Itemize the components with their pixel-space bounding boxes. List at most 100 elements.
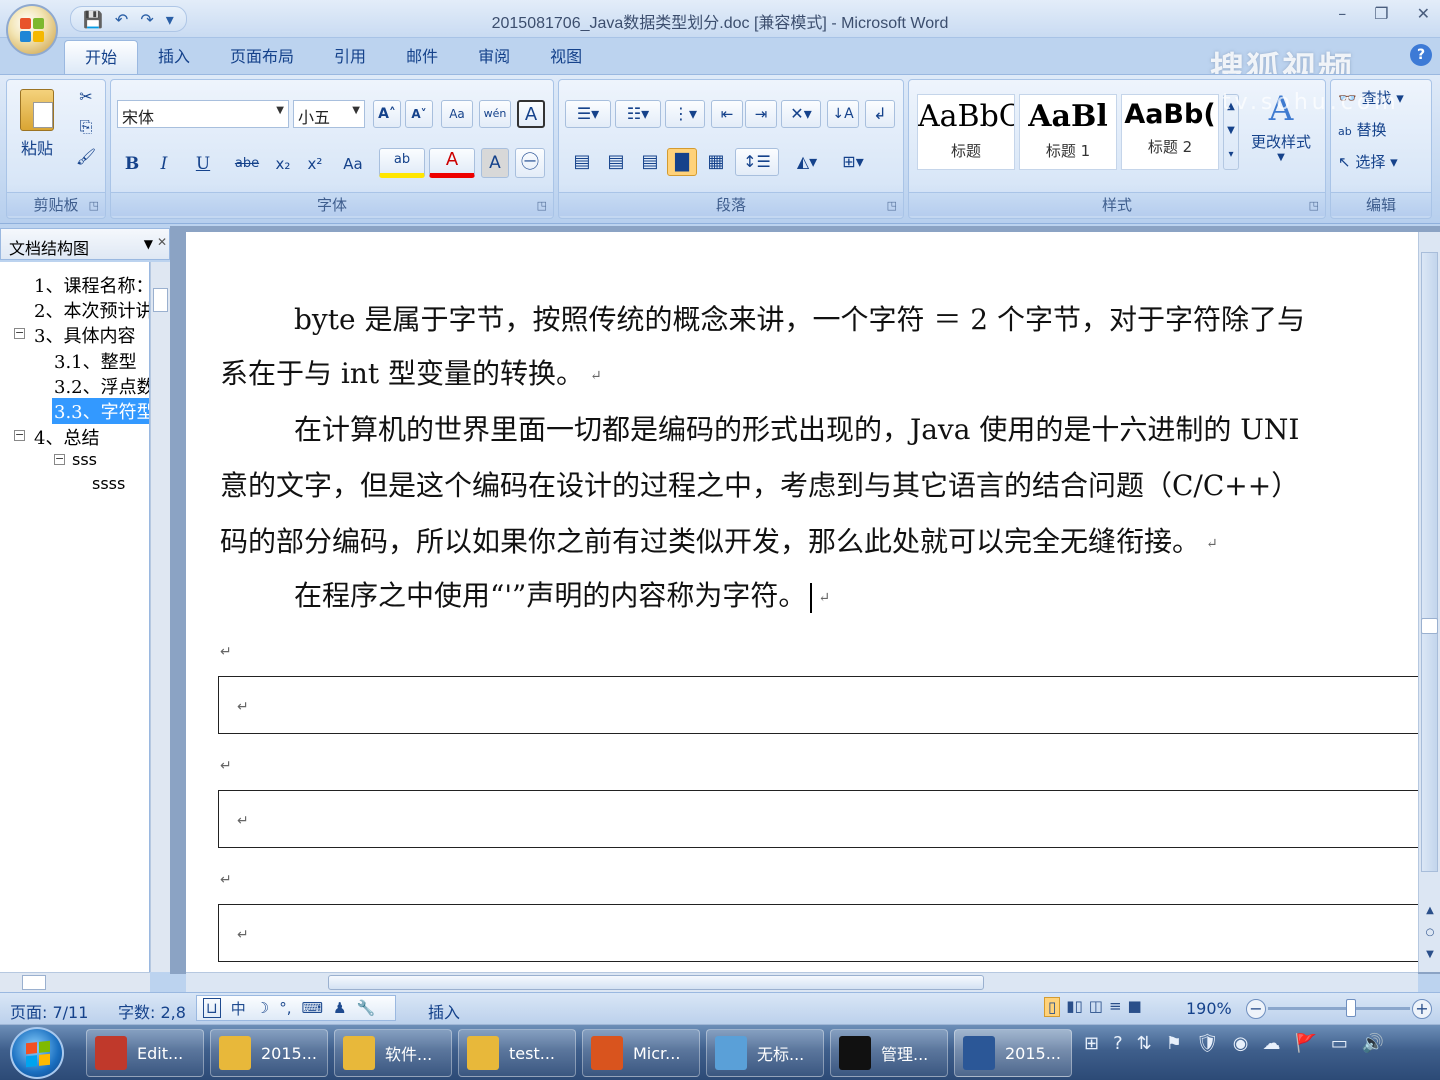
taskbar-item-powerpoint[interactable]: Micr... (582, 1029, 700, 1077)
doc-paragraph[interactable]: 在计算机的世界里面一切都是编码的形式出现的，Java 使用的是十六进制的 UNI (294, 408, 1299, 448)
taskbar-item-folder[interactable]: 2015... (210, 1029, 328, 1077)
style-heading-2[interactable]: AaBb( 标题 2 (1121, 94, 1219, 170)
web-layout-icon[interactable]: ◫ (1089, 997, 1103, 1017)
distributed-icon[interactable]: ▦ (701, 148, 731, 176)
doc-map-item[interactable]: ssss (92, 474, 125, 493)
doc-paragraph[interactable]: byte 是属于字节，按照传统的概念来讲，一个字符 ＝ 2 个字节，对于字符除了… (294, 298, 1305, 338)
doc-paragraph[interactable]: 在程序之中使用“'”声明的内容称为字符。 ↵ (294, 574, 830, 614)
punctuation-icon[interactable]: °, (279, 999, 291, 1017)
phonetic-guide-button[interactable]: wén (479, 100, 511, 128)
doc-map-item[interactable]: 3.1、整型 (54, 348, 137, 374)
doc-paragraph[interactable]: 系在于与 int 型变量的转换。 ↵ (220, 352, 602, 392)
doc-map-header[interactable]: 文档结构图 ▼ ✕ (0, 228, 170, 260)
superscript-button[interactable]: x² (301, 150, 329, 176)
tray-cloud-icon[interactable]: ☁ (1262, 1033, 1280, 1054)
minimize-button[interactable]: – (1338, 4, 1346, 23)
line-spacing-icon[interactable]: ↕☰ (735, 148, 779, 176)
tray-network-icon[interactable]: ⇅ (1137, 1033, 1152, 1054)
doc-paragraph[interactable]: 意的文字，但是这个编码在设计的过程之中，考虑到与其它语言的结合问题（C/C++） (220, 464, 1299, 504)
keyboard-icon[interactable]: ⌨ (301, 999, 323, 1017)
doc-map-h-scroll-thumb[interactable] (22, 975, 46, 990)
page-count[interactable]: 页面: 7/11 (10, 999, 88, 1023)
enclose-characters-button[interactable]: ㊀ (515, 148, 545, 178)
tab-mailings[interactable]: 邮件 (386, 40, 458, 74)
styles-launcher-icon[interactable]: ◳ (1309, 199, 1319, 212)
strikethrough-button[interactable]: abe (229, 150, 265, 176)
select-button[interactable]: ↖ 选择 ▾ (1337, 150, 1427, 174)
doc-map-item[interactable]: 4、总结 (34, 424, 99, 450)
character-shading-button[interactable]: A (481, 148, 509, 178)
insert-mode[interactable]: 插入 (428, 999, 460, 1023)
tab-insert[interactable]: 插入 (138, 40, 210, 74)
doc-map-item[interactable]: sss (72, 450, 97, 469)
document-horizontal-scrollbar[interactable] (186, 972, 1418, 992)
change-case-button[interactable]: Aa (335, 150, 371, 176)
font-name-combo[interactable]: 宋体 ▼ (117, 100, 289, 128)
ime-chinese-icon[interactable]: 中 (231, 998, 246, 1019)
paragraph-launcher-icon[interactable]: ◳ (887, 199, 897, 212)
full-screen-reading-icon[interactable]: ▮▯ (1066, 997, 1083, 1017)
clipboard-launcher-icon[interactable]: ◳ (89, 199, 99, 212)
cut-icon[interactable]: ✂ (73, 86, 99, 110)
numbering-icon[interactable]: ☷▾ (615, 100, 661, 128)
tray-volume-icon[interactable]: 🔊 (1362, 1033, 1384, 1054)
font-size-combo[interactable]: 小五 ▼ (293, 100, 365, 128)
doc-map-item[interactable]: 2、本次预计讲 (34, 297, 149, 323)
zoom-in-button[interactable]: + (1412, 999, 1432, 1019)
borders-icon[interactable]: ⊞▾ (833, 148, 873, 176)
doc-map-scrollbar[interactable] (150, 262, 170, 972)
doc-map-item[interactable]: 3、具体内容 (34, 322, 135, 348)
multilevel-list-icon[interactable]: ⋮▾ (665, 100, 705, 128)
tab-home[interactable]: 开始 (64, 40, 139, 74)
underline-button[interactable]: U (183, 150, 223, 176)
tab-view[interactable]: 视图 (530, 40, 602, 74)
font-color-button[interactable]: A (429, 148, 475, 178)
italic-button[interactable]: I (151, 150, 177, 176)
document-vertical-scrollbar[interactable]: ▲ ○ ▼ (1418, 232, 1440, 972)
doc-map-h-scrollbar[interactable] (0, 972, 150, 992)
text-box[interactable]: ↵ (218, 904, 1418, 962)
doc-map-item-selected[interactable]: 3.3、字符型 (52, 398, 149, 424)
decrease-indent-icon[interactable]: ⇤ (711, 100, 743, 128)
h-scroll-thumb[interactable] (328, 975, 984, 990)
tab-references[interactable]: 引用 (314, 40, 386, 74)
font-launcher-icon[interactable]: ◳ (537, 199, 547, 212)
browse-object-icon[interactable]: ▲ ○ ▼ (1423, 900, 1437, 966)
clear-formatting-button[interactable]: Aa (441, 100, 473, 128)
text-box[interactable]: ↵ (218, 676, 1418, 734)
ime-toolbar[interactable]: ⊔ 中 ☽ °, ⌨ ♟ 🔧 (196, 995, 396, 1021)
tray-app-icon[interactable]: ⊞ (1084, 1033, 1099, 1054)
user-icon[interactable]: ♟ (333, 999, 346, 1017)
show-marks-icon[interactable]: ↲ (865, 100, 895, 128)
shrink-font-button[interactable]: A˅ (405, 100, 433, 128)
format-painter-icon[interactable]: 🖌 (73, 146, 99, 170)
taskbar-item-notepad[interactable]: 无标... (706, 1029, 824, 1077)
tray-shield-icon[interactable]: 🛡 (1196, 1033, 1219, 1054)
doc-map-item[interactable]: 1、课程名称： (34, 272, 149, 298)
collapse-icon[interactable]: − (54, 453, 65, 465)
replace-button[interactable]: ab 替换 (1337, 118, 1427, 142)
tray-record-icon[interactable]: ◉ (1233, 1033, 1249, 1054)
doc-map-item[interactable]: 3.2、浮点数 (54, 373, 149, 399)
taskbar-item-folder[interactable]: 软件... (334, 1029, 452, 1077)
asian-layout-icon[interactable]: ✕▾ (781, 100, 821, 128)
paste-button[interactable]: 粘贴 (13, 88, 61, 178)
zoom-slider[interactable] (1268, 1007, 1410, 1010)
highlight-button[interactable]: ab (379, 148, 425, 178)
subscript-button[interactable]: x₂ (269, 150, 297, 176)
character-border-button[interactable]: A (517, 100, 545, 128)
scroll-track[interactable] (1421, 252, 1438, 872)
text-box[interactable]: ↵ (218, 790, 1418, 848)
taskbar-item-folder[interactable]: test... (458, 1029, 576, 1077)
zoom-out-button[interactable]: − (1246, 999, 1266, 1019)
office-button[interactable] (6, 4, 58, 56)
tray-action-center-icon[interactable]: 🚩 (1294, 1033, 1316, 1054)
style-heading-1[interactable]: AaBl 标题 1 (1019, 94, 1117, 170)
chevron-down-icon[interactable]: ▼ (144, 237, 153, 251)
tray-display-icon[interactable]: ▭ (1331, 1033, 1348, 1054)
bold-button[interactable]: B (119, 150, 145, 176)
close-icon[interactable]: ✕ (157, 235, 167, 249)
align-right-icon[interactable]: ▤ (635, 148, 665, 176)
help-icon[interactable]: ? (1410, 44, 1432, 66)
tray-help-icon[interactable]: ? (1113, 1033, 1123, 1054)
